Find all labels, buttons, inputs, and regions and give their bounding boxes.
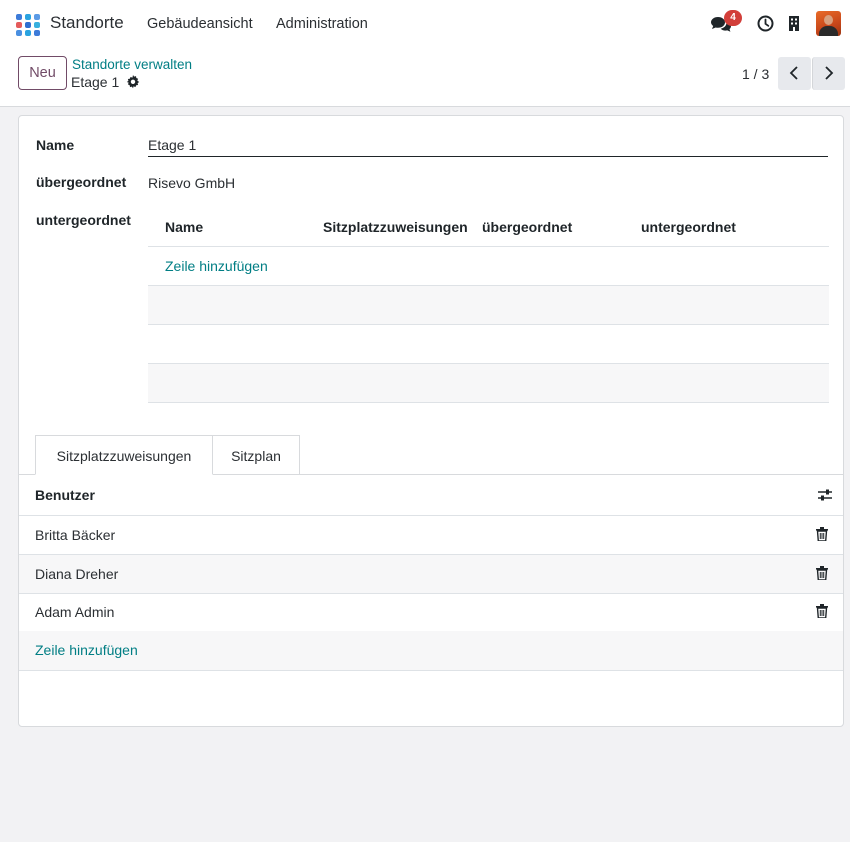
pager-previous-button[interactable] [778,57,811,90]
table-row [148,325,829,364]
app-brand[interactable]: Standorte [50,13,124,33]
tab-seat-plan[interactable]: Sitzplan [213,435,300,475]
table-row[interactable]: Adam Admin [19,593,843,632]
parent-field[interactable]: Risevo GmbH [148,175,235,191]
table-row [148,286,829,325]
name-field[interactable]: Etage 1 [148,137,828,157]
column-header-parent[interactable]: übergeordnet [482,219,572,235]
users-add-line-link[interactable]: Zeile hinzufügen [35,642,138,658]
breadcrumb-current: Etage 1 [71,74,120,90]
column-header-name[interactable]: Name [165,219,203,235]
pager-next-button[interactable] [812,57,845,90]
nav-administration[interactable]: Administration [276,16,368,32]
top-navbar: Standorte Gebäudeansicht Administration … [0,0,850,48]
column-header-seat-assignments[interactable]: Sitzplatzzuweisungen [323,219,468,235]
parent-label: übergeordnet [36,174,127,190]
table-row: Zeile hinzufügen [148,247,829,286]
user-name: Britta Bäcker [35,527,116,543]
new-button[interactable]: Neu [18,56,67,90]
children-table-header: Name Sitzplatzzuweisungen übergeordnet u… [148,207,829,247]
user-name: Diana Dreher [35,566,119,582]
table-row [148,364,829,403]
optional-columns-icon[interactable] [817,488,833,502]
user-avatar[interactable] [816,11,841,36]
user-name: Adam Admin [35,604,115,620]
form-sheet: Name Etage 1 übergeordnet Risevo GmbH un… [18,115,844,727]
chevron-left-icon [789,66,798,80]
pager-value[interactable]: 1 / 3 [742,66,769,82]
trash-icon[interactable] [816,604,828,618]
tab-seat-assignments[interactable]: Sitzplatzzuweisungen [35,435,213,475]
gear-icon[interactable] [126,75,140,89]
notification-badge: 4 [724,10,742,26]
table-row[interactable]: Diana Dreher [19,555,843,594]
breadcrumb-parent-link[interactable]: Standorte verwalten [72,57,192,72]
table-row[interactable]: Britta Bäcker [19,516,843,555]
clock-icon[interactable] [757,15,774,32]
control-panel: Neu Standorte verwalten Etage 1 1 / 3 [0,48,850,107]
column-header-children[interactable]: untergeordnet [641,219,736,235]
app-grid-icon[interactable] [16,14,40,36]
table-row: Zeile hinzufügen [19,631,843,671]
building-icon[interactable] [788,15,800,32]
users-table-header: Benutzer [19,475,843,516]
name-label: Name [36,137,75,153]
children-add-line-link[interactable]: Zeile hinzufügen [165,258,268,274]
column-header-user[interactable]: Benutzer [35,487,95,503]
chevron-right-icon [825,66,834,80]
trash-icon[interactable] [816,527,828,541]
trash-icon[interactable] [816,566,828,580]
children-label: untergeordnet [36,212,131,228]
children-table: Name Sitzplatzzuweisungen übergeordnet u… [148,207,829,403]
nav-gebaeudeansicht[interactable]: Gebäudeansicht [147,16,253,32]
